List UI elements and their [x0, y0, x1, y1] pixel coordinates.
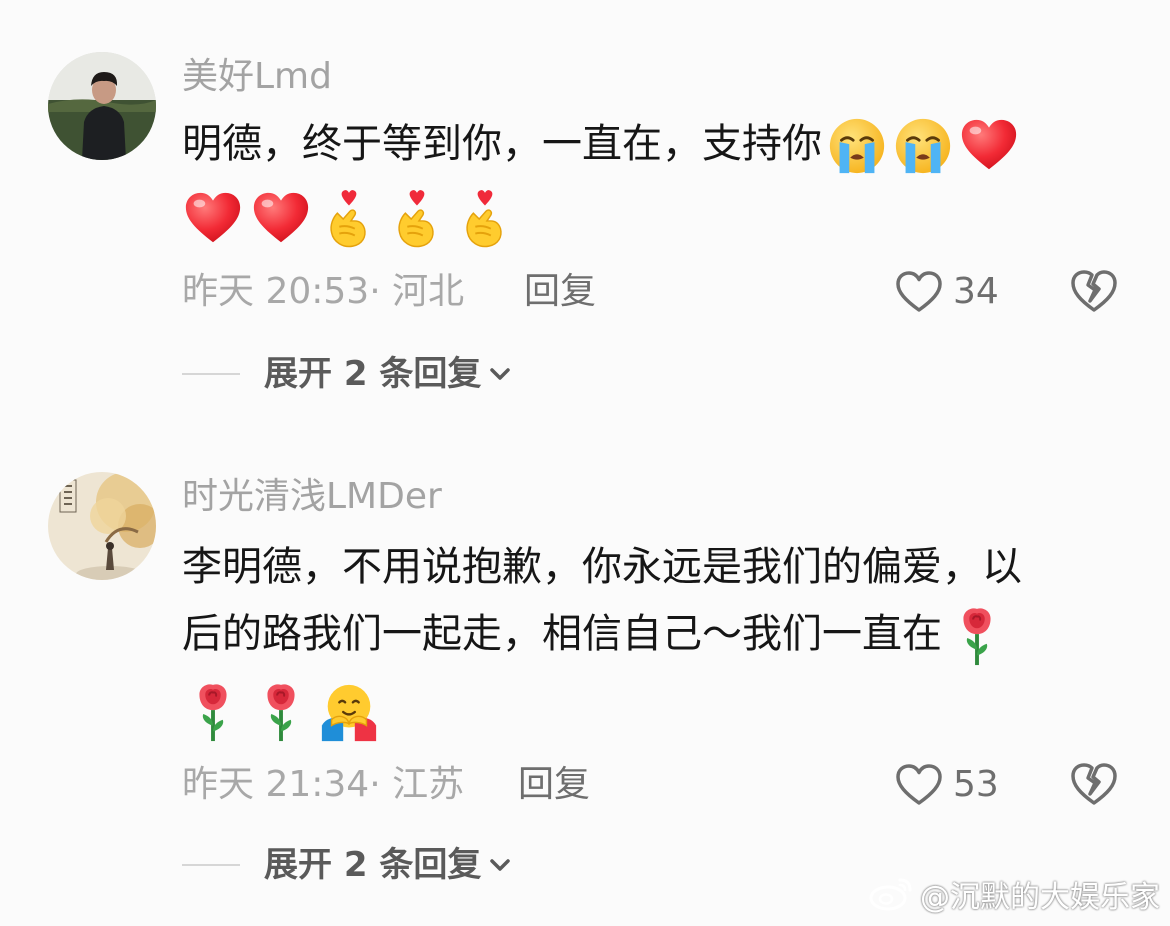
dislike-button[interactable]: [1070, 268, 1118, 314]
location: 河北: [392, 271, 465, 312]
finger-heart-icon: [318, 188, 380, 250]
weibo-watermark: @沉默的大娱乐家: [868, 872, 1160, 916]
avatar[interactable]: [48, 472, 156, 580]
comment-text-line: 李明德，不用说抱歉，你永远是我们的偏爱，以: [182, 544, 1022, 590]
broken-heart-icon: [1071, 763, 1117, 805]
emoji-row: [182, 188, 516, 250]
avatar[interactable]: [48, 52, 156, 160]
watermark-text: @沉默的大娱乐家: [920, 880, 1160, 915]
reply-button[interactable]: 回复: [518, 763, 590, 807]
rose-icon: [946, 605, 1008, 667]
like-button[interactable]: 53: [895, 763, 999, 807]
heart-outline-icon: [896, 271, 942, 312]
like-count: 34: [953, 271, 999, 312]
timestamp: 昨天 20:53: [182, 271, 370, 312]
dislike-button[interactable]: [1070, 761, 1118, 807]
red-heart-icon: [182, 188, 244, 250]
comments-page: 美好Lmd 明德，终于等到你，一直在，支持你 昨天 20:53· 河北 回复 3…: [0, 0, 1170, 926]
comment-meta: 昨天 21:34· 江苏: [182, 763, 464, 807]
like-count: 53: [953, 764, 999, 805]
divider: [182, 864, 240, 866]
comment-meta: 昨天 20:53· 河北: [182, 270, 464, 314]
red-heart-icon: [958, 115, 1020, 177]
finger-heart-icon: [386, 188, 448, 250]
timestamp: 昨天 21:34: [182, 764, 370, 805]
comment-text-line: 后的路我们一起走，相信自己～我们一直在: [182, 611, 942, 657]
rose-icon: [250, 681, 312, 743]
username[interactable]: 美好Lmd: [182, 55, 332, 99]
reply-button[interactable]: 回复: [524, 270, 596, 314]
username[interactable]: 时光清浅LMDer: [182, 475, 442, 519]
expand-replies-label: 展开 2 条回复: [264, 354, 482, 394]
crying-face-icon: [826, 115, 888, 177]
chevron-down-icon: [487, 852, 513, 878]
finger-heart-icon: [454, 188, 516, 250]
divider: [182, 373, 240, 375]
emoji-row: [182, 681, 380, 743]
chevron-down-icon: [487, 361, 513, 387]
expand-replies-label: 展开 2 条回复: [264, 845, 482, 885]
expand-replies-button[interactable]: 展开 2 条回复: [182, 843, 513, 887]
expand-replies-button[interactable]: 展开 2 条回复: [182, 352, 513, 396]
broken-heart-icon: [1071, 270, 1117, 312]
comment-text-line-with-emoji: 后的路我们一起走，相信自己～我们一直在: [182, 601, 1122, 668]
comment-text-body: 明德，终于等到你，一直在，支持你: [182, 121, 822, 167]
meta-separator: ·: [369, 271, 381, 312]
like-button[interactable]: 34: [895, 270, 999, 314]
heart-outline-icon: [896, 764, 942, 805]
rose-icon: [182, 681, 244, 743]
red-heart-icon: [250, 188, 312, 250]
meta-separator: ·: [369, 764, 381, 805]
comment-text: 李明德，不用说抱歉，你永远是我们的偏爱，以 后的路我们一起走，相信自己～我们一直…: [182, 534, 1122, 668]
location: 江苏: [392, 764, 465, 805]
crying-face-icon: [892, 115, 954, 177]
hugging-face-icon: [318, 681, 380, 743]
weibo-logo-icon: [869, 878, 912, 911]
comment-text: 明德，终于等到你，一直在，支持你: [182, 111, 1122, 178]
